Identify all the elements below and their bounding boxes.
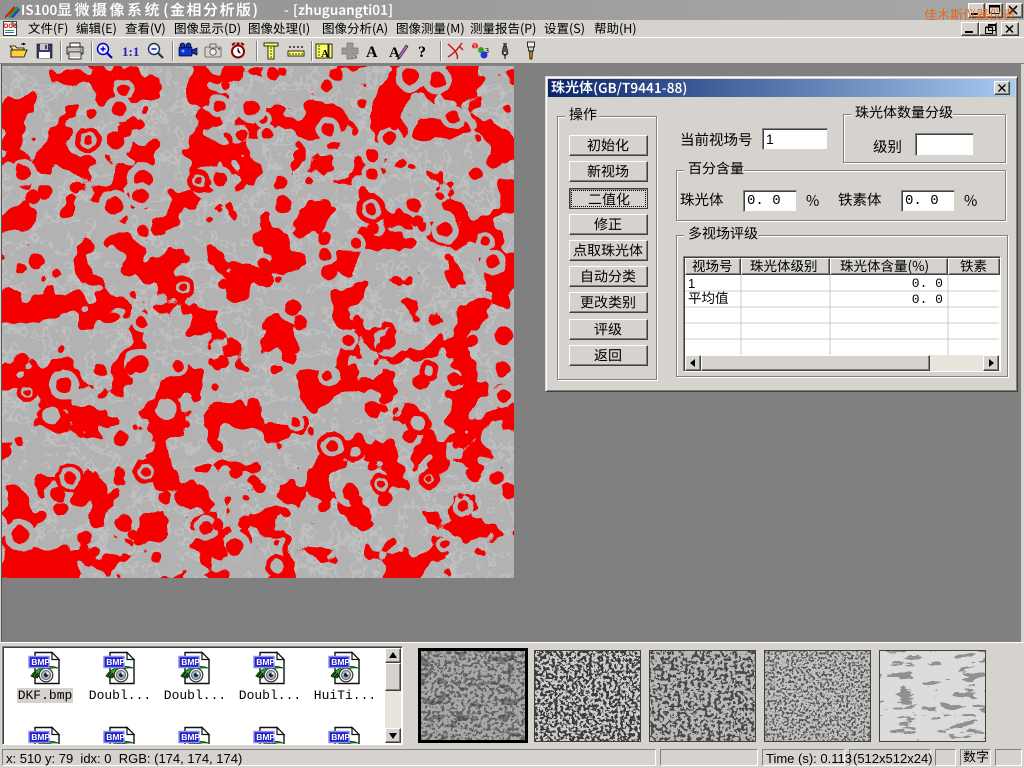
svg-text:BMP: BMP [331, 732, 350, 742]
svg-text:BMP: BMP [181, 732, 200, 742]
svg-text:BMP: BMP [31, 732, 50, 742]
svg-text:BMP: BMP [106, 732, 125, 742]
svg-text:BMP: BMP [256, 732, 275, 742]
